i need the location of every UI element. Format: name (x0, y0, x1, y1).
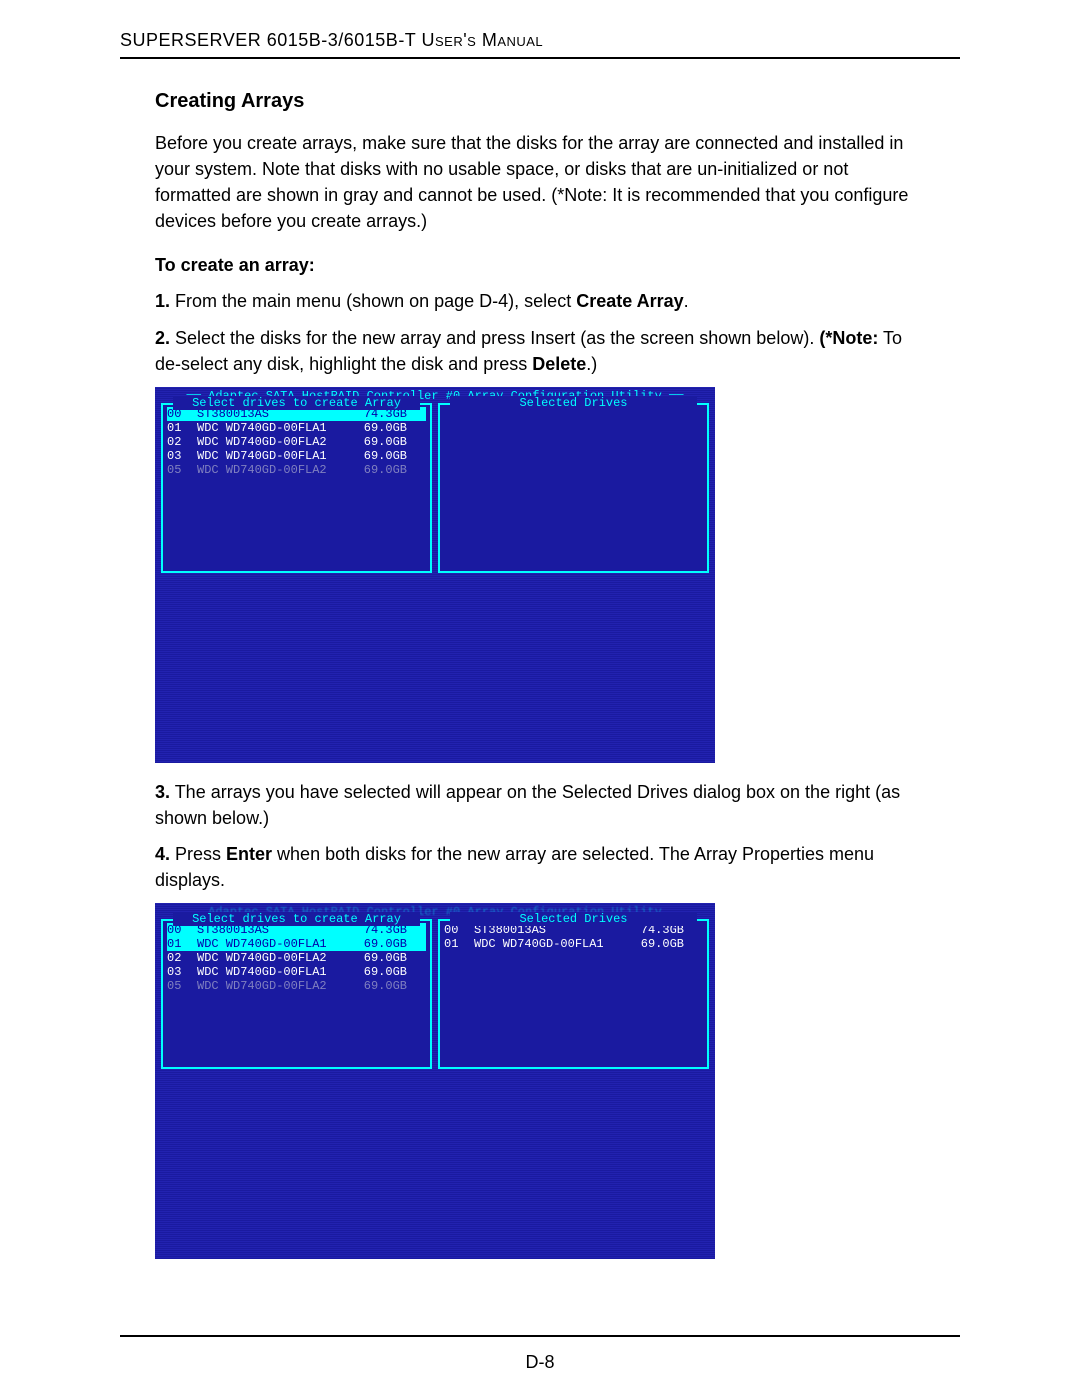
drive-row: 01WDC WD740GD-00FLA169.0GB (444, 937, 703, 951)
step-4: 4. Press Enter when both disks for the n… (155, 841, 925, 893)
bios2-right-panel: Selected Drives 00ST380013AS74.3GB01WDC … (438, 919, 709, 1069)
step-3: 3. The arrays you have selected will app… (155, 779, 925, 831)
page-number: D-8 (0, 1352, 1080, 1373)
drive-row: 05WDC WD740GD-00FLA269.0GB (167, 979, 426, 993)
drive-row: 03WDC WD740GD-00FLA169.0GB (167, 965, 426, 979)
intro-paragraph: Before you create arrays, make sure that… (155, 130, 925, 234)
bios1-left-panel: Select drives to create Array 00ST380013… (161, 403, 432, 573)
step-1: 1. From the main menu (shown on page D-4… (155, 288, 925, 314)
drive-row: 02WDC WD740GD-00FLA269.0GB (167, 435, 426, 449)
bios2-right-title: Selected Drives (450, 912, 697, 926)
bios2-right-rows: 00ST380013AS74.3GB01WDC WD740GD-00FLA169… (444, 923, 703, 951)
section-title: Creating Arrays (155, 87, 925, 116)
drive-row: 02WDC WD740GD-00FLA269.0GB (167, 951, 426, 965)
bios1-right-title: Selected Drives (450, 396, 697, 410)
bios1-left-rows: 00ST380013AS74.3GB01WDC WD740GD-00FLA169… (167, 407, 426, 477)
subheading: To create an array: (155, 252, 925, 278)
bios1-right-panel: Selected Drives (438, 403, 709, 573)
bios2-left-rows: 00ST380013AS74.3GB01WDC WD740GD-00FLA169… (167, 923, 426, 993)
page-header: SUPERSERVER 6015B-3/6015B-T User's Manua… (120, 30, 960, 51)
bios-screenshot-1: ══ Adaptec SATA HostRAID Controller #0 A… (155, 387, 715, 763)
bios2-left-title: Select drives to create Array (173, 912, 420, 926)
header-rule (120, 57, 960, 59)
footer-rule (120, 1335, 960, 1337)
drive-row: 01WDC WD740GD-00FLA169.0GB (167, 421, 426, 435)
bios-screenshot-2: Adaptec SATA HostRAID Controller #0 Arra… (155, 903, 715, 1259)
drive-row-selected: 01WDC WD740GD-00FLA169.0GB (167, 937, 426, 951)
step-2: 2. Select the disks for the new array an… (155, 325, 925, 377)
drive-row: 05WDC WD740GD-00FLA269.0GB (167, 463, 426, 477)
drive-row: 03WDC WD740GD-00FLA169.0GB (167, 449, 426, 463)
bios1-left-title: Select drives to create Array (173, 396, 420, 410)
bios2-left-panel: Select drives to create Array 00ST380013… (161, 919, 432, 1069)
